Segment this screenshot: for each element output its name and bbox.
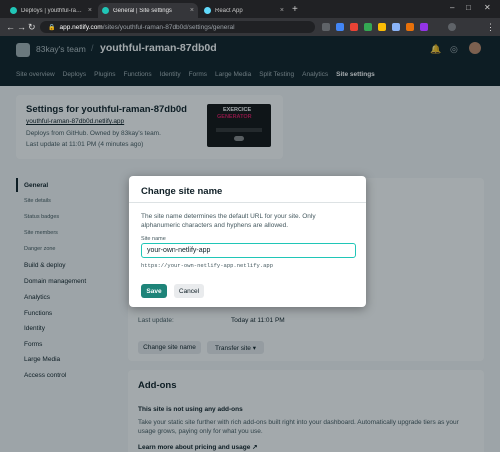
modal-title: Change site name [141, 186, 223, 197]
site-name-input[interactable]: your-own-netlify-app [141, 243, 356, 258]
profile-icon[interactable] [448, 23, 456, 31]
browser-tab-general[interactable]: General | Site settings × [98, 3, 198, 18]
site-url-preview: https://your-own-netlify-app.netlify.app [141, 262, 274, 269]
window-close-icon[interactable]: ✕ [484, 3, 491, 12]
extension-icon[interactable] [378, 23, 386, 31]
tab-title: Deploys | youthful-raman-87db0d [21, 7, 85, 14]
netlify-icon [10, 7, 17, 14]
maximize-icon[interactable]: □ [466, 3, 471, 12]
extension-icon[interactable] [350, 23, 358, 31]
url-host: app.netlify.com [59, 23, 103, 31]
react-icon [204, 7, 211, 14]
extension-icon[interactable] [420, 23, 428, 31]
browser-tab-deploys[interactable]: Deploys | youthful-raman-87db0d × [6, 3, 96, 18]
netlify-icon [102, 7, 109, 14]
reload-icon[interactable]: ↻ [28, 22, 36, 33]
close-icon[interactable]: × [88, 7, 92, 14]
browser-menu-icon[interactable]: ⋮ [486, 22, 495, 33]
forward-icon[interactable]: → [17, 22, 26, 32]
extension-icon[interactable] [406, 23, 414, 31]
browser-tab-react[interactable]: React App × [200, 3, 288, 18]
minimize-icon[interactable]: – [450, 3, 454, 12]
browser-toolbar: ← → ↻ 🔒 app.netlify.com /sites/youthful-… [0, 18, 500, 36]
cancel-button[interactable]: Cancel [174, 284, 204, 298]
address-bar[interactable]: 🔒 app.netlify.com /sites/youthful-raman-… [40, 21, 315, 33]
extension-icon[interactable] [392, 23, 400, 31]
save-button[interactable]: Save [141, 284, 167, 298]
extension-icon[interactable] [364, 23, 372, 31]
site-name-label: Site name [141, 236, 166, 242]
lock-icon: 🔒 [48, 24, 56, 31]
extension-icon[interactable] [336, 23, 344, 31]
tab-title: General | Site settings [113, 7, 172, 14]
back-icon[interactable]: ← [6, 22, 15, 32]
bookmark-star-icon[interactable] [322, 23, 330, 31]
close-icon[interactable]: × [280, 7, 284, 14]
modal-description: The site name determines the default URL… [141, 213, 316, 229]
new-tab-button[interactable]: + [292, 4, 298, 15]
url-path: /sites/youthful-raman-87db0d/settings/ge… [102, 23, 235, 31]
tab-title: React App [215, 7, 243, 14]
close-icon[interactable]: × [190, 7, 194, 14]
browser-tab-strip: Deploys | youthful-raman-87db0d × Genera… [0, 0, 500, 18]
modal-divider [129, 202, 366, 203]
